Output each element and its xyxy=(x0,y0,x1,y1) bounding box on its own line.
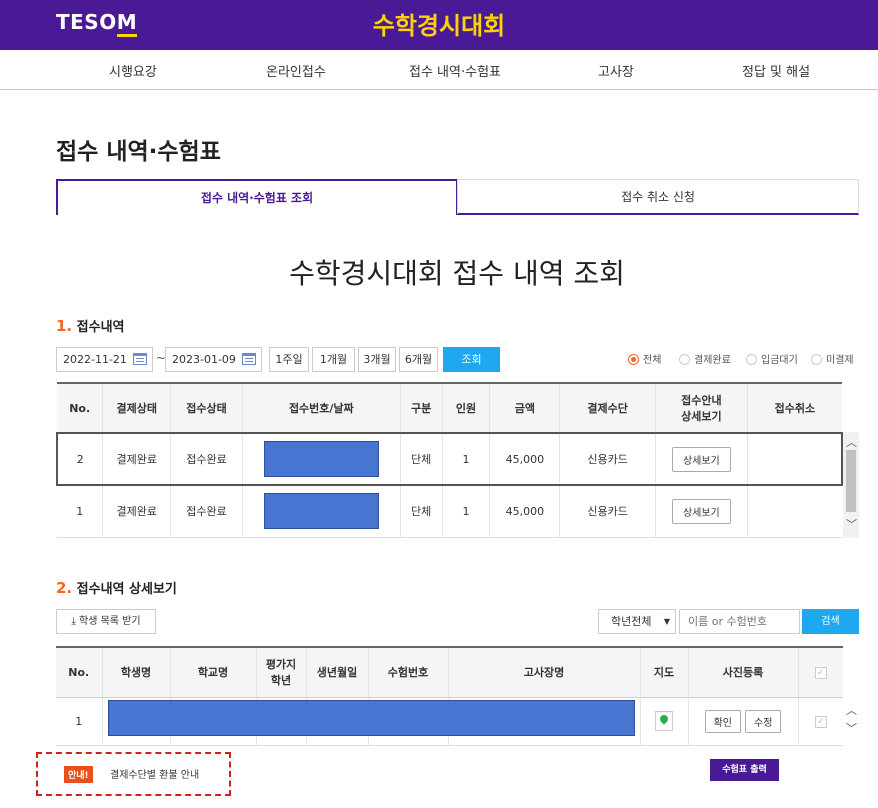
nav-item-registration-history[interactable]: 접수 내역·수험표 xyxy=(409,61,501,80)
nav-item-online-registration[interactable]: 온라인접수 xyxy=(266,61,326,80)
col-grade: 평가지 학년 xyxy=(255,647,306,698)
col-photo: 사진등록 xyxy=(687,647,798,698)
chevron-down-icon[interactable]: ﹀ xyxy=(846,720,857,736)
calendar-icon[interactable] xyxy=(133,353,147,365)
main-heading: 수학경시대회 접수 내역 조회 xyxy=(289,257,625,290)
period-1month-button[interactable]: 1개월 xyxy=(312,347,355,372)
col-no: No. xyxy=(56,647,102,698)
col-reg-status: 접수상태 xyxy=(170,383,243,434)
table-scrollbar[interactable]: ︿ ﹀ xyxy=(843,432,859,538)
col-select-all: ✓ xyxy=(797,647,843,698)
chevron-up-icon[interactable]: ︿ xyxy=(846,702,857,718)
scrollbar-thumb[interactable] xyxy=(846,450,856,512)
tab-cancel-request[interactable]: 접수 취소 신청 xyxy=(457,179,859,215)
print-ticket-button[interactable]: 수험표 출력 xyxy=(710,759,779,781)
col-exam-site: 고사장명 xyxy=(447,647,640,698)
col-student-name: 학생명 xyxy=(101,647,170,698)
caret-down-icon: ▼ xyxy=(663,617,670,626)
download-icon: ⤓ xyxy=(71,616,76,627)
col-count: 인원 xyxy=(441,383,490,434)
chevron-up-icon[interactable]: ︿ xyxy=(846,434,857,450)
detail-button[interactable]: 상세보기 xyxy=(671,498,731,524)
select-all-checkbox[interactable]: ✓ xyxy=(814,667,827,680)
detail-button[interactable]: 상세보기 xyxy=(671,446,731,472)
lookup-button[interactable]: 조회 xyxy=(443,347,500,372)
radio-icon xyxy=(811,354,822,365)
col-method: 결제수단 xyxy=(559,383,656,434)
period-3month-button[interactable]: 3개월 xyxy=(358,347,396,372)
redacted-block xyxy=(108,700,635,736)
date-to-input[interactable]: 2023-01-09 xyxy=(165,347,262,372)
section1-title: 1. 접수내역 xyxy=(56,317,125,335)
filter-waiting-radio[interactable]: 입금대기 xyxy=(746,351,798,366)
top-bar: TESOM 수학경시대회 xyxy=(0,0,878,50)
date-from-input[interactable]: 2022-11-21 xyxy=(56,347,153,372)
table-row[interactable]: 1 결제완료 접수완료 단체 1 45,000 신용카드 상세보기 xyxy=(57,485,842,538)
col-type: 구분 xyxy=(399,383,443,434)
period-6month-button[interactable]: 6개월 xyxy=(399,347,438,372)
period-1week-button[interactable]: 1주일 xyxy=(269,347,309,372)
col-exam-number: 수험번호 xyxy=(367,647,448,698)
chevron-down-icon[interactable]: ﹀ xyxy=(846,516,857,532)
tab-registration-lookup[interactable]: 접수 내역·수험표 조회 xyxy=(56,179,458,215)
col-detail: 접수안내 상세보기 xyxy=(654,383,748,434)
map-pin-icon[interactable] xyxy=(655,711,673,731)
registration-table: No. 결제상태 접수상태 접수번호/날짜 구분 인원 금액 결제수단 접수안내… xyxy=(56,382,843,538)
redacted-block xyxy=(263,441,379,477)
filter-paid-radio[interactable]: 결제완료 xyxy=(679,351,731,366)
filter-all-radio[interactable]: 전체 xyxy=(628,351,661,366)
site-title: 수학경시대회 xyxy=(372,12,506,40)
notice-text[interactable]: 결제수단별 환불 안내 xyxy=(110,766,199,781)
filter-unpaid-radio[interactable]: 미결제 xyxy=(811,351,854,366)
row-checkbox[interactable]: ✓ xyxy=(814,716,827,728)
radio-selected-icon xyxy=(628,354,639,365)
col-map: 지도 xyxy=(639,647,688,698)
col-reg-number: 접수번호/날짜 xyxy=(241,383,401,434)
radio-icon xyxy=(679,354,690,365)
col-no: No. xyxy=(57,383,103,434)
nav-item-guide[interactable]: 시행요강 xyxy=(109,61,157,80)
section2-title: 2. 접수내역 상세보기 xyxy=(56,579,177,597)
nav-item-exam-site[interactable]: 고사장 xyxy=(598,61,634,80)
calendar-icon[interactable] xyxy=(242,353,256,365)
name-search-input[interactable] xyxy=(679,609,800,634)
col-birth: 생년월일 xyxy=(305,647,368,698)
redacted-block xyxy=(263,493,379,530)
notice-badge: 안내! xyxy=(64,766,93,783)
radio-icon xyxy=(746,354,757,365)
col-amount: 금액 xyxy=(489,383,560,434)
page-title: 접수 내역·수험표 xyxy=(56,139,221,165)
col-school: 학교명 xyxy=(169,647,256,698)
download-student-list-button[interactable]: ⤓ 학생 목록 받기 xyxy=(56,609,156,634)
table-header: No. 학생명 학교명 평가지 학년 생년월일 수험번호 고사장명 지도 사진등… xyxy=(56,647,843,698)
search-button[interactable]: 검색 xyxy=(802,609,859,634)
edit-button[interactable]: 수정 xyxy=(745,709,782,733)
main-nav: 시행요강 온라인접수 접수 내역·수험표 고사장 정답 및 해설 xyxy=(0,50,878,90)
table-scrollbar[interactable]: ︿ ﹀ xyxy=(843,700,859,744)
col-cancel: 접수취소 xyxy=(746,383,842,434)
table-header: No. 결제상태 접수상태 접수번호/날짜 구분 인원 금액 결제수단 접수안내… xyxy=(57,383,842,434)
table-row[interactable]: 2 결제완료 접수완료 단체 1 45,000 신용카드 상세보기 xyxy=(56,432,843,486)
confirm-button[interactable]: 확인 xyxy=(704,709,741,733)
nav-item-answers[interactable]: 정답 및 해설 xyxy=(742,61,810,80)
col-pay-status: 결제상태 xyxy=(102,383,171,434)
refund-notice[interactable]: 안내! 결제수단별 환불 안내 xyxy=(36,752,231,796)
grade-select[interactable]: 학년전체 ▼ xyxy=(598,609,676,634)
